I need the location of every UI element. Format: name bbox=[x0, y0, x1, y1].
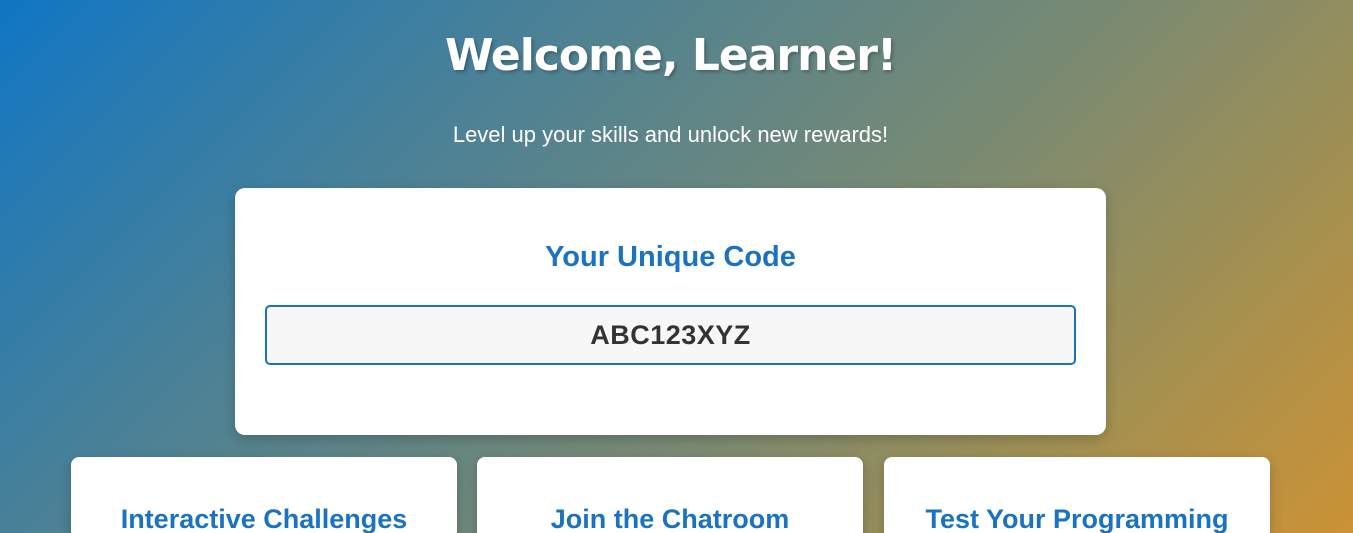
interactive-challenges-card[interactable]: Interactive Challenges bbox=[71, 457, 457, 533]
unique-code-heading: Your Unique Code bbox=[545, 241, 796, 273]
test-programming-card[interactable]: Test Your Programming bbox=[884, 457, 1270, 533]
welcome-title: Welcome, Learner! bbox=[444, 30, 897, 81]
interactive-challenges-title: Interactive Challenges bbox=[120, 504, 408, 533]
test-programming-title: Test Your Programming bbox=[925, 504, 1229, 533]
join-chatroom-title: Join the Chatroom bbox=[550, 504, 790, 533]
join-chatroom-card[interactable]: Join the Chatroom bbox=[477, 457, 863, 533]
welcome-subtitle: Level up your skills and unlock new rewa… bbox=[452, 122, 889, 147]
unique-code-card: Your Unique Code ABC123XYZ bbox=[235, 188, 1106, 435]
unique-code-display[interactable]: ABC123XYZ bbox=[265, 305, 1076, 365]
